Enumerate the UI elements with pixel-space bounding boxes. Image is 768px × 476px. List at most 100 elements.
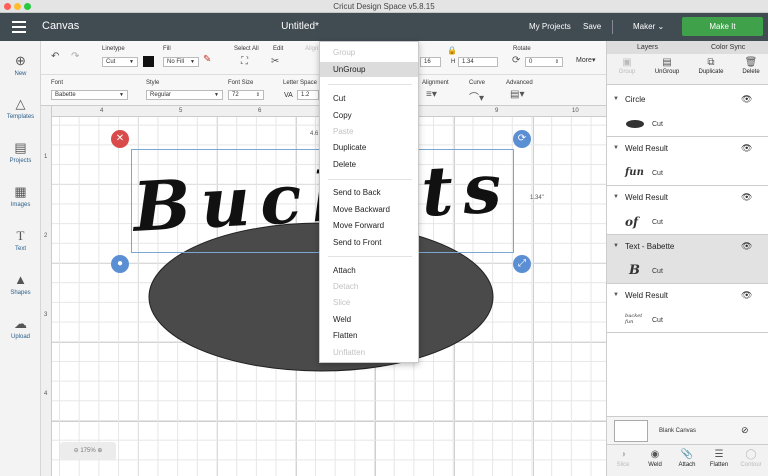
my-projects-link[interactable]: My Projects [529,22,571,31]
rotate-handle-icon[interactable]: ⟳ [513,130,531,148]
eye-icon[interactable]: 👁 [741,94,752,105]
menu-item-send-to-front[interactable]: Send to Front [320,235,418,250]
line-color-swatch[interactable] [143,56,154,67]
layer-item[interactable]: ▼ Weld Result 👁 bucket fun Cut [607,284,768,333]
eye-icon[interactable]: 👁 [741,192,752,203]
slice-label: Slice [616,462,630,468]
caret-down-icon[interactable]: ▼ [613,194,619,200]
menu-item-send-to-back[interactable]: Send to Back [320,185,418,200]
size-height-field[interactable]: 1.34 [458,57,498,67]
layer-item[interactable]: ▼ Weld Result 👁 fun Cut [607,137,768,186]
weld-label: Weld [648,462,662,468]
duplicate-button[interactable]: ⧉ Duplicate [691,56,731,75]
contour-button[interactable]: ◯ Contour [735,448,767,468]
flatten-label: Flatten [709,462,729,468]
menu-item-move-forward[interactable]: Move Forward [320,218,418,233]
size-width-field[interactable]: 16 [420,57,441,67]
sidebar-item-new[interactable]: ⊕ New [0,54,41,78]
menu-item-group[interactable]: Group [320,45,418,60]
font-size-field[interactable]: 72 ⇕ [228,90,264,100]
eye-icon[interactable]: 👁 [741,290,752,301]
sidebar-item-text[interactable]: T Text [0,229,41,253]
zoom-in-icon[interactable]: ⊕ [97,448,102,454]
caret-down-icon: ▼ [214,92,219,98]
menu-item-weld[interactable]: Weld [320,312,418,327]
curve-label: Curve [469,80,486,86]
slice-button[interactable]: ◑ Slice [607,448,639,468]
rotate-field[interactable]: 0 ⇕ [525,57,563,67]
menu-item-duplicate[interactable]: Duplicate [320,140,418,155]
blank-canvas-row[interactable]: Blank Canvas ⊘ [607,416,768,444]
caret-down-icon[interactable]: ▼ [613,292,619,298]
zoom-out-icon[interactable]: ⊖ [74,448,79,454]
fill-select[interactable]: No Fill ▼ [163,57,199,67]
group-button[interactable]: ▣ Group [607,56,647,75]
weld-button[interactable]: ◉ Weld [639,448,671,468]
menu-item-flatten[interactable]: Flatten [320,328,418,343]
tab-layers[interactable]: Layers [637,41,658,54]
select-all-icon[interactable]: ⛶ [241,56,248,67]
undo-icon[interactable]: ↶ [51,51,59,62]
advanced-icon[interactable]: ▤▾ [510,89,524,100]
lock-icon[interactable]: 🔒 [447,46,457,55]
eye-icon[interactable]: 👁 [741,241,752,252]
close-window-icon[interactable] [4,3,11,10]
menu-item-slice[interactable]: Slice [320,295,418,310]
sidebar-item-shapes[interactable]: ▲ Shapes [0,273,41,297]
rotate-value: 0 [529,59,533,65]
minimize-window-icon[interactable] [14,3,21,10]
menu-item-unflatten[interactable]: Unflatten [320,345,418,360]
select-all-label: Select All [234,46,259,52]
lock-handle-icon[interactable]: ● [111,255,129,273]
redo-icon[interactable]: ↷ [71,51,79,62]
more-button[interactable]: More▾ [576,56,595,64]
zoom-control[interactable]: ⊖ 175% ⊕ [60,442,116,460]
caret-down-icon: ▼ [129,59,134,65]
make-it-button[interactable]: Make It [682,17,763,36]
menu-item-cut[interactable]: Cut [320,91,418,106]
sidebar-item-images[interactable]: ▦ Images [0,185,41,209]
eye-slash-icon[interactable]: ⊘ [741,425,749,436]
text-align-icon[interactable]: ≡▾ [426,89,437,100]
caret-down-icon[interactable]: ▼ [613,96,619,102]
menu-item-copy[interactable]: Copy [320,108,418,123]
menu-item-paste[interactable]: Paste [320,124,418,139]
menu-item-attach[interactable]: Attach [320,263,418,278]
ungroup-button[interactable]: ▤ UnGroup [647,56,687,75]
caret-down-icon[interactable]: ▼ [613,145,619,151]
maximize-window-icon[interactable] [24,3,31,10]
sidebar-item-templates[interactable]: △ Templates [0,97,41,121]
tab-color-sync[interactable]: Color Sync [711,41,745,54]
save-button[interactable]: Save [583,22,601,31]
pen-icon[interactable]: ✎ [203,54,211,65]
edit-scissors-icon[interactable]: ✂ [271,56,279,67]
group-icon: ▣ [622,57,632,68]
style-select[interactable]: Regular ▼ [146,90,223,100]
delete-button[interactable]: 🗑 Delete [731,56,768,75]
menu-item-move-backward[interactable]: Move Backward [320,202,418,217]
window-controls[interactable] [4,3,31,10]
eye-icon[interactable]: 👁 [741,143,752,154]
attach-button[interactable]: 📎 Attach [671,448,703,468]
machine-select[interactable]: Maker ⌄ [633,22,664,31]
blank-canvas-swatch[interactable] [614,420,648,442]
letter-space-field[interactable]: 1.2 [297,90,319,100]
letter-space-value: 1.2 [301,92,310,98]
weld-icon: ◉ [650,449,660,460]
flatten-button[interactable]: ☰ Flatten [703,448,735,468]
sidebar-item-projects[interactable]: ▤ Projects [0,141,41,165]
resize-handle-icon[interactable]: ⤢ [513,255,531,273]
caret-down-icon[interactable]: ▼ [613,243,619,249]
menu-item-delete[interactable]: Delete [320,157,418,172]
linetype-select[interactable]: Cut ▼ [102,57,138,67]
delete-handle-icon[interactable]: ✕ [111,130,129,148]
menu-item-detach[interactable]: Detach [320,279,418,294]
contour-icon: ◯ [745,449,757,460]
layer-item[interactable]: ▼ Weld Result 👁 of Cut [607,186,768,235]
sidebar-item-upload[interactable]: ☁ Upload [0,317,41,341]
font-select[interactable]: Babette ▼ [51,90,128,100]
layer-item[interactable]: ▼ Circle 👁 Cut [607,88,768,137]
layer-item[interactable]: ▼ Text - Babette 👁 B Cut [607,235,768,284]
curve-icon[interactable]: ⌒▾ [469,89,484,104]
menu-item-ungroup[interactable]: UnGroup [320,62,418,77]
